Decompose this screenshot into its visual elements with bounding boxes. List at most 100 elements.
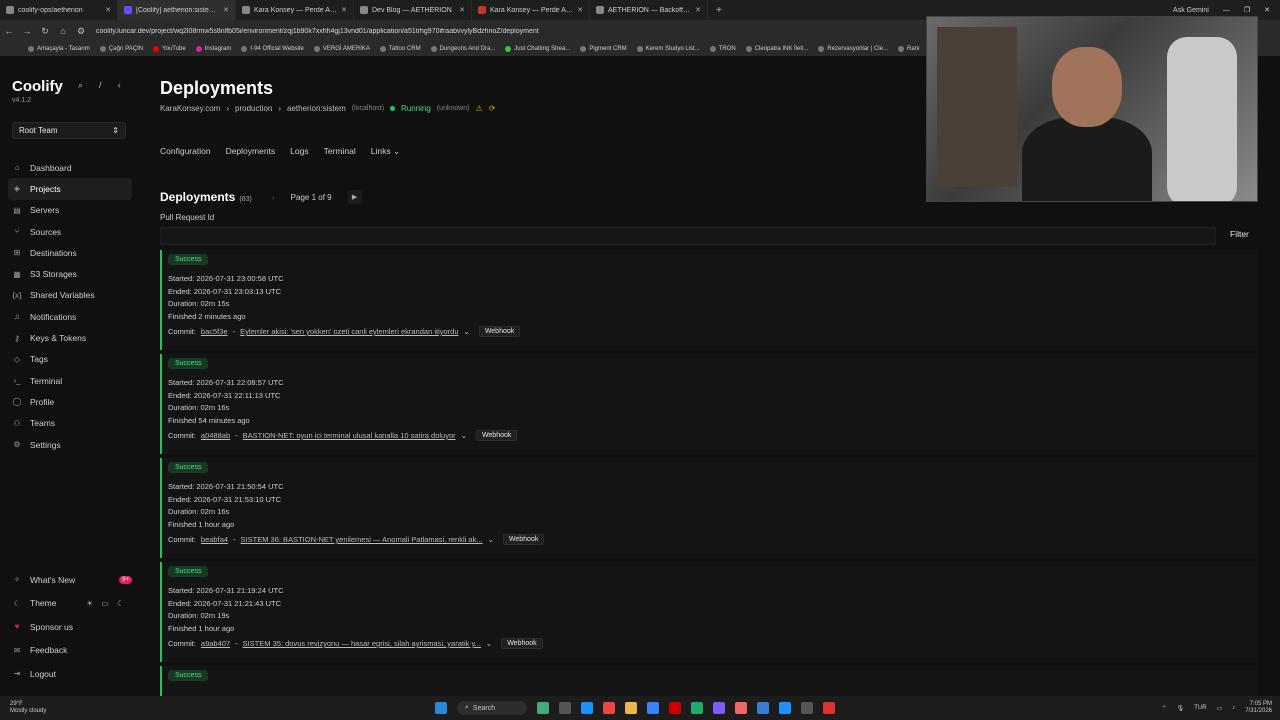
bookmark[interactable]: I-94 Official Website bbox=[241, 46, 304, 52]
browser-tab-active[interactable]: [Coolify] aetherion:sistem - Deploy✕ bbox=[118, 0, 236, 20]
bookmark[interactable]: YouTube bbox=[153, 46, 186, 52]
sidebar-item-sources[interactable]: ⑂ Sources bbox=[8, 221, 132, 242]
sidebar-item-dashboard[interactable]: ⌂ Dashboard bbox=[8, 157, 132, 178]
app-icon[interactable] bbox=[779, 702, 791, 714]
sidebar-item-projects[interactable]: ◈ Projects bbox=[8, 178, 132, 200]
sidebar-item-destinations[interactable]: ⊞ Destinations bbox=[8, 242, 132, 263]
app-icon[interactable] bbox=[647, 702, 659, 714]
app-icon[interactable] bbox=[757, 702, 769, 714]
close-tab-icon[interactable]: ✕ bbox=[105, 6, 111, 14]
sidebar-item-s3-storages[interactable]: ▦ S3 Storages bbox=[8, 263, 132, 284]
language-indicator[interactable]: TUR bbox=[1194, 705, 1206, 711]
sidebar-item-tags[interactable]: ◇ Tags bbox=[8, 349, 132, 370]
edge-icon[interactable] bbox=[581, 702, 593, 714]
task-view-icon[interactable] bbox=[559, 702, 571, 714]
tab-configuration[interactable]: Configuration bbox=[160, 146, 211, 157]
close-tab-icon[interactable]: ✕ bbox=[577, 6, 583, 14]
sidebar-item-feedback[interactable]: ✉ Feedback bbox=[8, 639, 132, 663]
minimize-icon[interactable]: — bbox=[1223, 7, 1230, 14]
home-icon[interactable]: ⌂ bbox=[54, 26, 72, 36]
reload-icon[interactable]: ↻ bbox=[36, 26, 54, 37]
app-icon[interactable] bbox=[801, 702, 813, 714]
close-window-icon[interactable]: ✕ bbox=[1264, 6, 1270, 14]
prev-page-icon[interactable]: ‹ bbox=[272, 193, 275, 202]
sidebar-item-whats-new[interactable]: ✧ What's New 9+ bbox=[8, 568, 132, 592]
commit-sha-link[interactable]: a9ab407 bbox=[201, 639, 230, 648]
bookmark[interactable]: Amaçayla - Tasarım bbox=[28, 46, 90, 52]
chevron-down-icon[interactable]: ⌄ bbox=[486, 639, 492, 648]
app-icon[interactable] bbox=[823, 702, 835, 714]
commit-sha-link[interactable]: bac5f3e bbox=[201, 327, 228, 336]
browser-tab[interactable]: Kara Konsey — Perde Arakası✕ bbox=[236, 0, 354, 20]
deployment-card[interactable]: Success bbox=[160, 666, 1257, 696]
close-tab-icon[interactable]: ✕ bbox=[459, 6, 465, 14]
sidebar-item-teams[interactable]: ⚇ Teams bbox=[8, 413, 132, 434]
bookmark[interactable]: Rezervasyonlar | Cle... bbox=[818, 46, 888, 52]
deployment-card[interactable]: Success Started: 2026-07-31 21:19:24 UTC… bbox=[160, 562, 1257, 662]
browser-tab[interactable]: coolify-ops/aetherion ✕ bbox=[0, 0, 118, 20]
commit-message-link[interactable]: SISTEM 35: dovus revizyonu — hasar egris… bbox=[243, 639, 481, 648]
forward-icon[interactable]: → bbox=[18, 26, 36, 36]
sun-icon[interactable]: ☀ bbox=[86, 599, 93, 608]
collapse-sidebar-icon[interactable]: ‹ bbox=[118, 80, 121, 91]
bookmark[interactable]: Instagram bbox=[195, 46, 231, 52]
sidebar-item-shared-variables[interactable]: {x} Shared Variables bbox=[8, 285, 132, 306]
bookmark[interactable]: Rani bbox=[897, 46, 919, 52]
bookmark[interactable]: Tattoo CRM bbox=[379, 46, 421, 52]
warning-icon[interactable]: ⚠ bbox=[476, 104, 483, 113]
search-icon[interactable]: ⌕ bbox=[78, 80, 83, 91]
close-tab-icon[interactable]: ✕ bbox=[695, 6, 701, 14]
next-page-icon[interactable]: ▶ bbox=[347, 190, 362, 204]
tab-logs[interactable]: Logs bbox=[290, 146, 308, 157]
breadcrumb-application[interactable]: aetherion:sistem bbox=[287, 104, 346, 113]
close-tab-icon[interactable]: ✕ bbox=[223, 6, 229, 14]
app-icon[interactable] bbox=[735, 702, 747, 714]
commit-message-link[interactable]: BASTION-NET: oyun ici terminal ulusal ka… bbox=[243, 431, 456, 440]
bookmark[interactable]: Kerem Studyo List... bbox=[636, 46, 700, 52]
sidebar-item-servers[interactable]: ▤ Servers bbox=[8, 200, 132, 221]
tab-links[interactable]: Links ⌄ bbox=[371, 146, 400, 157]
bookmark[interactable]: VERGİ AMERİKA bbox=[313, 46, 370, 52]
weather-widget[interactable]: 29°F Mostly cloudy bbox=[10, 701, 46, 715]
network-icon[interactable]: ▭ bbox=[1217, 705, 1223, 712]
widgets-icon[interactable] bbox=[537, 702, 549, 714]
taskbar-search[interactable]: ⌕ Search bbox=[457, 701, 527, 715]
new-tab-button[interactable]: + bbox=[708, 5, 730, 16]
commit-sha-link[interactable]: a0488ab bbox=[201, 431, 230, 440]
bookmark[interactable]: TRON bbox=[709, 46, 736, 52]
deployment-card[interactable]: Success Started: 2026-07-31 23:00:58 UTC… bbox=[160, 250, 1257, 350]
brand-logo[interactable]: Coolify bbox=[12, 78, 63, 95]
volume-icon[interactable]: ♪ bbox=[1232, 705, 1235, 711]
app-icon[interactable] bbox=[713, 702, 725, 714]
file-explorer-icon[interactable] bbox=[625, 702, 637, 714]
bookmark[interactable]: Just Chatting Strea... bbox=[505, 46, 570, 52]
chevron-down-icon[interactable]: ⌄ bbox=[488, 535, 494, 544]
sidebar-item-notifications[interactable]: ♫ Notifications bbox=[8, 306, 132, 327]
bookmark[interactable]: Dungeons And Dra... bbox=[430, 46, 495, 52]
sidebar-item-profile[interactable]: ◯ Profile bbox=[8, 391, 132, 412]
deployment-card[interactable]: Success Started: 2026-07-31 22:08:57 UTC… bbox=[160, 354, 1257, 454]
commit-message-link[interactable]: Eylemler akisi: 'sen yokken' ozeti canli… bbox=[240, 327, 458, 336]
moon-icon[interactable]: ☾ bbox=[117, 599, 124, 608]
tray-arrow-icon[interactable]: ⌃ bbox=[1162, 705, 1167, 712]
breadcrumb-project[interactable]: KaraKonsey.com bbox=[160, 104, 220, 113]
sidebar-item-keys-tokens[interactable]: ⚷ Keys & Tokens bbox=[8, 327, 132, 348]
commit-message-link[interactable]: SISTEM 36: BASTION-NET yenilemesi — Anom… bbox=[241, 535, 483, 544]
windows-start-icon[interactable] bbox=[435, 702, 447, 714]
sidebar-item-logout[interactable]: ⇥ Logout bbox=[8, 662, 132, 686]
maximize-icon[interactable]: ❐ bbox=[1244, 6, 1250, 14]
gemini-button[interactable]: Ask Gemini bbox=[1173, 7, 1209, 14]
refresh-icon[interactable]: ⟳ bbox=[489, 104, 496, 113]
back-icon[interactable]: ← bbox=[0, 26, 18, 36]
sidebar-item-sponsor[interactable]: ♥ Sponsor us bbox=[8, 615, 132, 639]
bookmark[interactable]: Cleopatra INK İleti... bbox=[745, 46, 808, 52]
bookmark[interactable]: Çağrı PAÇIN bbox=[99, 46, 143, 52]
chrome-icon[interactable] bbox=[603, 702, 615, 714]
pr-id-input[interactable] bbox=[160, 227, 1216, 245]
tab-deployments[interactable]: Deployments bbox=[226, 146, 276, 157]
chevron-down-icon[interactable]: ⌄ bbox=[464, 327, 470, 336]
monitor-icon[interactable]: ▭ bbox=[101, 599, 109, 608]
browser-tab[interactable]: Kara Konsey — Perde Arakası✕ bbox=[472, 0, 590, 20]
commit-sha-link[interactable]: beabfa4 bbox=[201, 535, 228, 544]
site-info-icon[interactable]: ⚙ bbox=[72, 26, 90, 37]
